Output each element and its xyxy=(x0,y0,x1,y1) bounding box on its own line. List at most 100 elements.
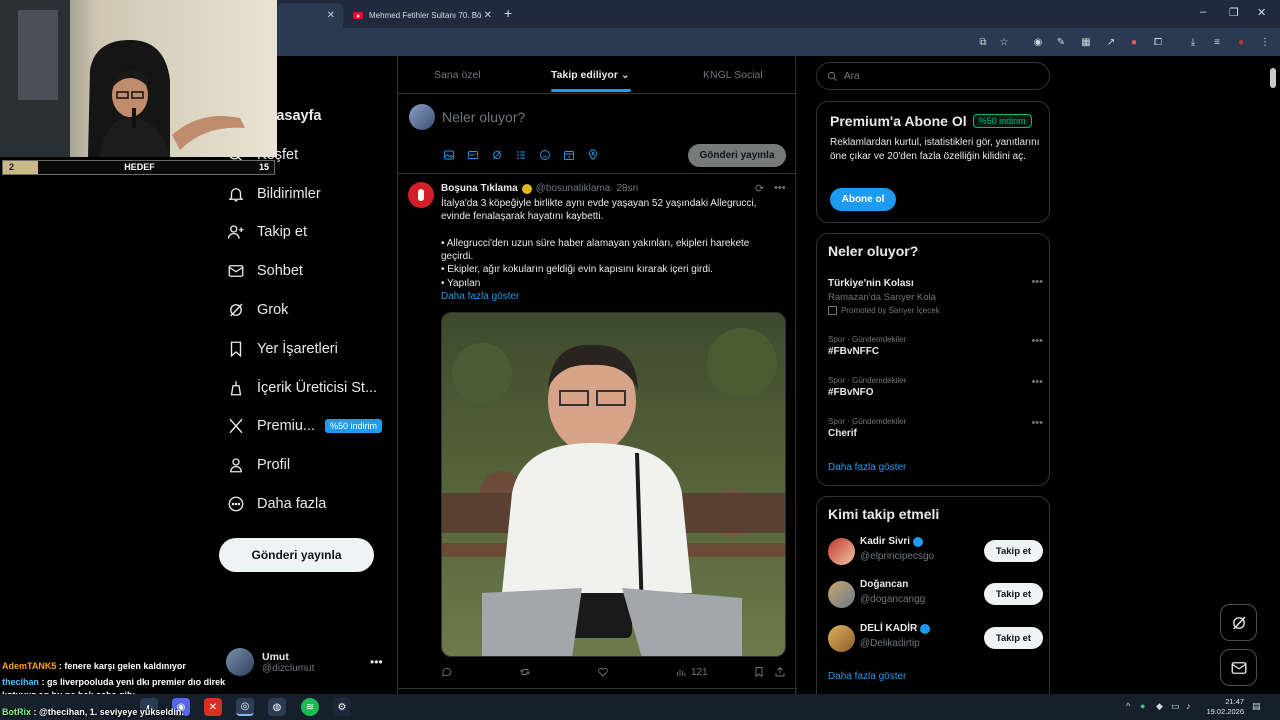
tweet-more-icon[interactable]: ••• xyxy=(774,182,786,194)
tweet-author-name[interactable]: Boşuna Tıklama xyxy=(441,183,518,194)
nav-creator-studio[interactable]: İçerik Üreticisi St... xyxy=(225,373,377,403)
nav-profile[interactable]: Profil xyxy=(225,450,290,480)
puzzle-icon[interactable]: ⧠ xyxy=(1151,35,1165,49)
tab-kngl-social[interactable]: KNGL Social xyxy=(703,69,763,81)
messages-floating-button[interactable] xyxy=(1220,649,1257,686)
nav-premium[interactable]: Premiu... %50 indirim xyxy=(225,411,383,441)
grok-icon[interactable]: ⟳ xyxy=(755,182,764,195)
new-tab-button[interactable]: + xyxy=(504,5,512,21)
volume-icon[interactable]: ♪ xyxy=(1186,701,1191,711)
extension-icon[interactable]: ▦ xyxy=(1079,35,1093,49)
star-icon[interactable]: ☆ xyxy=(997,35,1011,49)
trend-item[interactable]: Spor · Gündemdekiler Cherif ••• xyxy=(828,417,1043,439)
gif-icon[interactable] xyxy=(467,149,479,161)
tweet-time[interactable]: · 28sn xyxy=(610,183,638,194)
publish-button[interactable]: Gönderi yayınla xyxy=(688,144,786,167)
chrome-icon[interactable]: ◎ xyxy=(236,698,254,716)
taskbar-clock[interactable]: 21:47 19.02.2026 xyxy=(1196,697,1244,717)
post-button[interactable]: Gönderi yayınla xyxy=(219,538,374,572)
nav-messages[interactable]: Sohbet xyxy=(225,256,303,286)
grok-icon xyxy=(1232,616,1245,629)
verified-icon xyxy=(913,536,924,547)
menu-icon[interactable]: ⋮ xyxy=(1258,35,1272,49)
show-more-link[interactable]: Daha fazla göster xyxy=(441,290,786,303)
nav-label: İçerik Üreticisi St... xyxy=(257,380,378,396)
nav-follow[interactable]: Takip et xyxy=(225,217,307,247)
nav-more[interactable]: Daha fazla xyxy=(225,489,326,519)
trend-more-icon[interactable]: ••• xyxy=(1031,417,1043,429)
extension-icon[interactable]: ◉ xyxy=(1031,35,1045,49)
trend-more-icon[interactable]: ••• xyxy=(1031,276,1043,288)
poll-icon[interactable] xyxy=(515,149,527,161)
subscribe-button[interactable]: Abone ol xyxy=(830,188,896,211)
show-more-trends-link[interactable]: Daha fazla göster xyxy=(828,462,906,473)
follow-button[interactable]: Takip et xyxy=(984,583,1043,605)
profile-avatar-icon[interactable]: ● xyxy=(1234,35,1248,49)
spotify-icon[interactable]: ≋ xyxy=(301,698,319,716)
network-icon[interactable]: ▭ xyxy=(1171,701,1180,712)
obs-icon[interactable]: ◍ xyxy=(268,698,286,716)
tray-app-icon[interactable]: ◆ xyxy=(1156,701,1163,712)
grok-floating-button[interactable] xyxy=(1220,604,1257,641)
follow-icon xyxy=(225,221,247,243)
nav-bookmarks[interactable]: Yer İşaretleri xyxy=(225,334,338,364)
follow-button[interactable]: Takip et xyxy=(984,540,1043,562)
tweet-photo[interactable] xyxy=(441,312,786,657)
extension-icon[interactable]: ✎ xyxy=(1054,35,1068,49)
emoji-icon[interactable] xyxy=(539,149,551,161)
close-window-button[interactable]: ✕ xyxy=(1257,6,1266,19)
grok-icon[interactable] xyxy=(491,149,503,161)
tab-following[interactable]: Takip ediliyor ⌄ xyxy=(551,69,630,81)
trend-item[interactable]: Türkiye'nin Kolası Ramazan'da Sarıyer Ko… xyxy=(828,276,1043,315)
views-button[interactable]: 121 xyxy=(675,666,708,678)
nav-notifications[interactable]: Bildirimler xyxy=(225,179,321,209)
trend-meta: Spor · Gündemdekiler xyxy=(828,417,907,426)
account-handle: @dizclumut xyxy=(262,662,315,674)
account-more-icon[interactable]: ••• xyxy=(370,655,383,669)
trend-more-icon[interactable]: ••• xyxy=(1031,376,1043,388)
tab-title: Mehmed Fetihler Sultanı 70. Bö xyxy=(369,11,482,20)
taskbar-app-icon[interactable]: ✕ xyxy=(204,698,222,716)
like-button[interactable] xyxy=(597,666,609,678)
close-tab-icon[interactable]: ✕ xyxy=(327,10,335,21)
steam-icon[interactable]: ⚙ xyxy=(333,698,351,716)
notification-icon[interactable]: ▤ xyxy=(1252,701,1261,712)
install-icon[interactable]: ⧉ xyxy=(976,35,990,49)
trend-item[interactable]: Spor · Gündemdekiler #FBvNFFC ••• xyxy=(828,335,1043,357)
download-icon[interactable]: ⤓ xyxy=(1186,35,1200,49)
browser-tab-active[interactable]: ✕ xyxy=(277,3,343,28)
reading-list-icon[interactable]: ≡ xyxy=(1210,35,1224,49)
minimize-button[interactable]: – xyxy=(1200,6,1206,18)
compose-input[interactable]: Neler oluyor? xyxy=(442,109,525,125)
tab-for-you[interactable]: Sana özel xyxy=(434,69,481,81)
trend-more-icon[interactable]: ••• xyxy=(1031,335,1043,347)
suggestion-handle: @dogancangg xyxy=(860,594,926,605)
tray-status-icon[interactable]: ● xyxy=(1140,701,1145,711)
extension-icon[interactable]: ↗ xyxy=(1104,35,1118,49)
scrollbar[interactable] xyxy=(1270,68,1276,88)
share-button[interactable] xyxy=(774,666,786,678)
follow-button[interactable]: Takip et xyxy=(984,627,1043,649)
follow-suggestion[interactable]: Kadir Sivri @elprincipecsgo Takip et xyxy=(828,536,1043,566)
account-switcher[interactable]: Umut @dizclumut xyxy=(226,648,314,676)
tray-expand-icon[interactable]: ^ xyxy=(1126,701,1130,711)
goal-target: 15 xyxy=(258,162,269,172)
repost-button[interactable] xyxy=(519,666,531,678)
extension-icon[interactable]: ● xyxy=(1127,35,1141,49)
avatar[interactable] xyxy=(408,182,434,208)
show-more-suggestions-link[interactable]: Daha fazla göster xyxy=(828,671,906,682)
location-icon[interactable] xyxy=(587,149,599,161)
trend-item[interactable]: Spor · Gündemdekiler #FBvNFO ••• xyxy=(828,376,1043,398)
reply-button[interactable] xyxy=(441,666,453,678)
restore-button[interactable]: ❐ xyxy=(1229,6,1239,19)
follow-suggestion[interactable]: Doğancan @dogancangg Takip et xyxy=(828,579,1043,609)
schedule-icon[interactable] xyxy=(563,149,575,161)
nav-grok[interactable]: Grok xyxy=(225,295,288,325)
browser-tab-youtube[interactable]: Mehmed Fetihler Sultanı 70. Bö ✕ xyxy=(345,3,500,28)
follow-suggestion[interactable]: DELİ KADİR @Delikadirtip Takip et xyxy=(828,623,1043,653)
bookmark-button[interactable] xyxy=(753,666,765,678)
tweet-author-handle[interactable]: @bosunatiklama xyxy=(536,183,611,194)
close-tab-icon[interactable]: ✕ xyxy=(484,10,492,21)
search-input[interactable]: Ara xyxy=(816,62,1050,90)
image-icon[interactable] xyxy=(443,149,455,161)
